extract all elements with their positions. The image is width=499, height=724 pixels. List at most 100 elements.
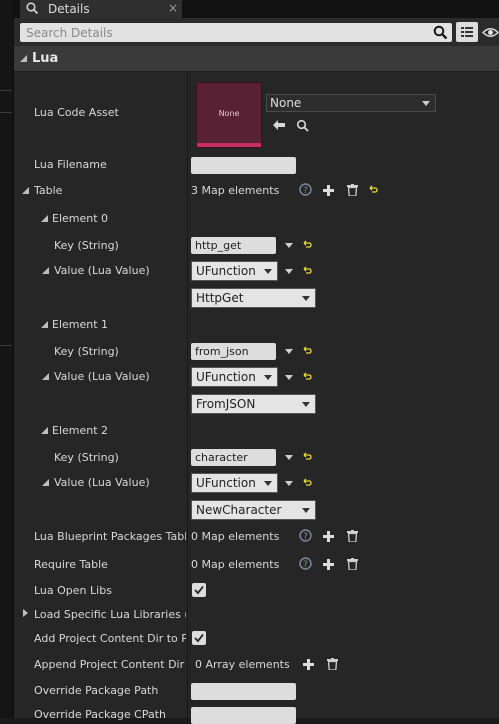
element-0-function-combo[interactable]: HttpGet	[191, 288, 316, 308]
element-0-key-input[interactable]: http_get	[191, 237, 276, 254]
search-input[interactable]	[24, 23, 424, 42]
trash-icon[interactable]	[327, 658, 338, 670]
chevron-down-icon	[302, 402, 310, 407]
asset-thumbnail[interactable]: None	[196, 82, 262, 148]
help-icon[interactable]: ?	[299, 557, 312, 570]
table-expand-arrow-icon[interactable]	[22, 187, 29, 194]
element-1-key-input[interactable]: from_json	[191, 343, 276, 360]
element-0-arrow-icon[interactable]	[41, 215, 48, 222]
checkmark-icon	[194, 633, 204, 643]
add-content-dir-checkbox[interactable]	[192, 631, 206, 645]
key-options-dropdown-icon[interactable]	[285, 243, 293, 248]
help-icon[interactable]: ?	[299, 183, 312, 196]
element-2-arrow-icon[interactable]	[41, 427, 48, 434]
help-icon[interactable]: ?	[299, 529, 312, 542]
require-table-label: Require Table	[34, 558, 108, 571]
trash-icon[interactable]	[347, 558, 358, 570]
category-title: Lua	[32, 51, 59, 66]
element-0-value-type-combo[interactable]: UFunction	[191, 261, 278, 281]
bp-packages-label: Lua Blueprint Packages Table	[34, 530, 186, 543]
function-text: FromJSON	[196, 397, 256, 411]
svg-text:?: ?	[303, 560, 308, 570]
element-0-label: Element 0	[52, 212, 109, 225]
browse-search-icon[interactable]	[296, 119, 309, 132]
tab-bar: Details ×	[14, 0, 499, 18]
tab-details[interactable]: Details ×	[20, 0, 182, 18]
reset-to-default-icon[interactable]	[303, 266, 312, 275]
asset-picker-combo[interactable]: None	[266, 94, 436, 112]
collapse-arrow-icon[interactable]	[20, 55, 27, 62]
value-options-dropdown-icon[interactable]	[285, 269, 293, 274]
override-path-input[interactable]	[191, 683, 296, 700]
column-divider[interactable]	[187, 72, 188, 718]
override-cpath-input[interactable]	[191, 707, 296, 724]
element-1-value-label: Value (Lua Value)	[54, 370, 150, 383]
close-icon[interactable]: ×	[168, 1, 178, 15]
trash-icon[interactable]	[347, 184, 358, 196]
add-element-icon[interactable]	[323, 185, 334, 196]
key-options-dropdown-icon[interactable]	[285, 349, 293, 354]
value-type-text: UFunction	[196, 476, 256, 490]
search-row	[14, 18, 499, 46]
function-text: HttpGet	[196, 291, 244, 305]
override-cpath-label: Override Package CPath	[34, 708, 167, 721]
value-options-dropdown-icon[interactable]	[285, 375, 293, 380]
element-0-value-arrow-icon[interactable]	[42, 267, 49, 274]
view-options-button[interactable]	[456, 22, 478, 42]
element-2-key-label: Key (String)	[54, 451, 119, 464]
element-1-key-label: Key (String)	[54, 345, 119, 358]
use-selected-arrow-icon[interactable]	[272, 119, 286, 131]
require-table-summary: 0 Map elements	[191, 558, 280, 571]
bp-packages-summary: 0 Map elements	[191, 530, 280, 543]
element-1-arrow-icon[interactable]	[41, 321, 48, 328]
trash-icon[interactable]	[347, 530, 358, 542]
element-0-key-label: Key (String)	[54, 239, 119, 252]
details-panel: Lua Lua Code Asset None None Lua Filenam…	[14, 18, 499, 724]
open-libs-checkbox[interactable]	[192, 583, 206, 597]
element-2-value-type-combo[interactable]: UFunction	[191, 473, 278, 493]
reset-to-default-icon[interactable]	[303, 372, 312, 381]
element-1-label: Element 1	[52, 318, 109, 331]
key-options-dropdown-icon[interactable]	[285, 455, 293, 460]
element-2-key-input[interactable]: character	[191, 449, 276, 466]
lua-filename-label: Lua Filename	[34, 158, 107, 171]
search-box[interactable]	[20, 23, 452, 42]
append-content-dir-label: Append Project Content Dir Sul	[34, 658, 186, 671]
add-element-icon[interactable]	[323, 531, 334, 542]
load-specific-expand-icon[interactable]	[23, 609, 28, 617]
search-icon[interactable]	[433, 25, 448, 40]
override-path-label: Override Package Path	[34, 684, 159, 697]
function-text: NewCharacter	[196, 503, 282, 517]
eye-icon[interactable]	[482, 24, 499, 41]
value-options-dropdown-icon[interactable]	[285, 481, 293, 486]
panel-edge-mark	[0, 345, 12, 346]
details-tab-icon	[26, 2, 38, 14]
reset-to-default-icon[interactable]	[303, 346, 312, 355]
asset-type-bar	[197, 143, 261, 147]
element-2-value-arrow-icon[interactable]	[42, 479, 49, 486]
reset-to-default-icon[interactable]	[303, 478, 312, 487]
reset-to-default-icon[interactable]	[303, 452, 312, 461]
add-element-icon[interactable]	[323, 559, 334, 570]
category-lua[interactable]: Lua	[14, 46, 499, 72]
chevron-down-icon	[422, 101, 430, 106]
table-summary: 3 Map elements	[191, 184, 280, 197]
element-1-function-combo[interactable]: FromJSON	[191, 394, 316, 414]
svg-text:?: ?	[303, 186, 308, 196]
element-0-value-label: Value (Lua Value)	[54, 264, 150, 277]
chevron-down-icon	[264, 269, 272, 274]
add-element-icon[interactable]	[303, 659, 314, 670]
element-2-function-combo[interactable]: NewCharacter	[191, 500, 316, 520]
reset-to-default-icon[interactable]	[369, 185, 378, 194]
lua-code-asset-label: Lua Code Asset	[34, 106, 119, 119]
svg-text:?: ?	[303, 532, 308, 542]
element-1-value-type-combo[interactable]: UFunction	[191, 367, 278, 387]
thumbnail-text: None	[218, 109, 240, 118]
reset-to-default-icon[interactable]	[303, 240, 312, 249]
panel-edge-mark	[0, 112, 12, 113]
lua-filename-input[interactable]	[191, 157, 296, 174]
element-1-value-arrow-icon[interactable]	[42, 373, 49, 380]
element-2-label: Element 2	[52, 424, 109, 437]
left-panel-edge	[0, 0, 14, 718]
chevron-down-icon	[264, 481, 272, 486]
